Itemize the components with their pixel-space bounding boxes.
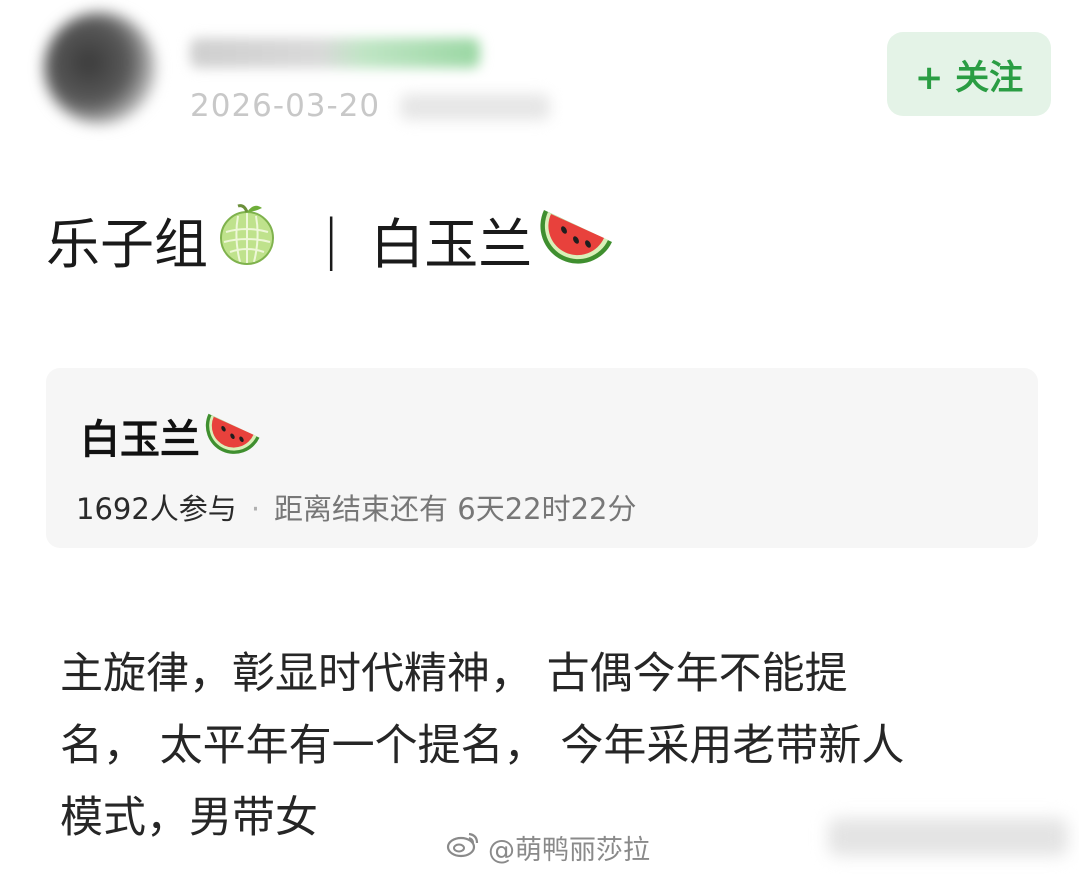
- follow-button[interactable]: + 关注: [887, 32, 1051, 116]
- weibo-icon: [446, 830, 480, 865]
- vote-participants: 1692人参与: [76, 492, 237, 526]
- vote-card[interactable]: 白玉兰 1692人参与 · 距离结束还有 6天22时22分: [46, 368, 1038, 548]
- post-title-separator: |: [322, 208, 341, 271]
- watermark-blurred: [828, 818, 1068, 856]
- watermelon-icon: [538, 200, 618, 279]
- post-time-blurred: [400, 94, 550, 120]
- vote-meta: 1692人参与 · 距离结束还有 6天22时22分: [76, 486, 637, 528]
- post-body-line: 名， 太平年有一个提名， 今年采用老带新人: [60, 721, 905, 771]
- watermelon-icon: [204, 406, 264, 466]
- post-title-right: 白玉兰: [370, 213, 533, 276]
- vote-title-text: 白玉兰: [80, 417, 200, 463]
- follow-button-label: + 关注: [914, 57, 1024, 98]
- watermark: @萌鸭丽莎拉: [446, 828, 650, 867]
- vote-meta-separator: ·: [250, 492, 261, 526]
- watermark-text: @萌鸭丽莎拉: [488, 835, 650, 866]
- post-body-line: 主旋律，彰显时代精神， 古偶今年不能提: [60, 649, 848, 699]
- vote-remaining-time: 距离结束还有 6天22时22分: [274, 492, 637, 526]
- avatar[interactable]: [44, 12, 156, 124]
- melon-icon: [214, 200, 280, 279]
- post-title-left: 乐子组: [46, 213, 208, 276]
- username-blurred[interactable]: [190, 38, 480, 68]
- vote-title: 白玉兰: [80, 406, 264, 466]
- post-date: 2026-03-20: [190, 88, 381, 124]
- post-title: 乐子组 | 白玉兰: [46, 200, 618, 279]
